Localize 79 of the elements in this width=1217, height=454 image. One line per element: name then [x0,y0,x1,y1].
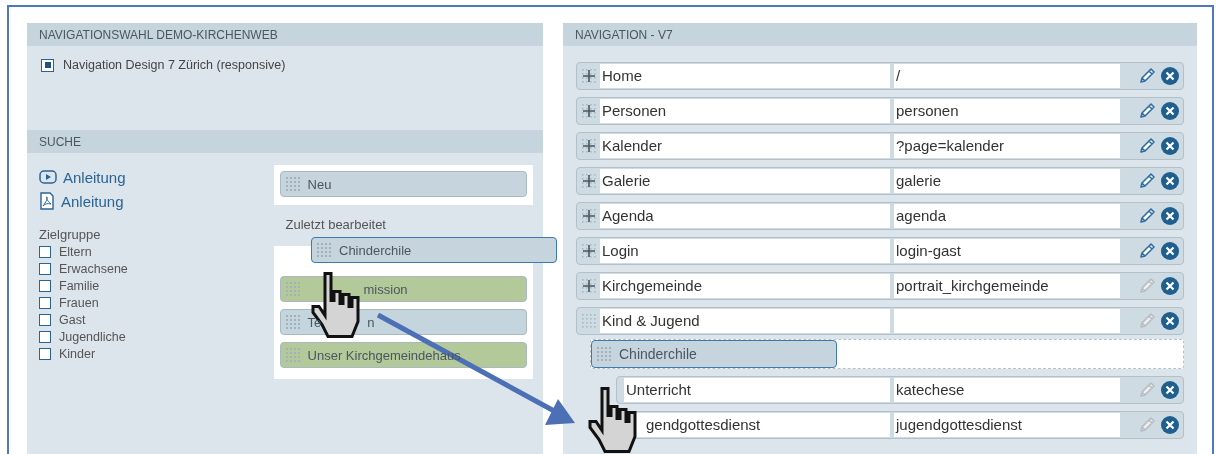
close-icon[interactable] [1160,171,1180,191]
page-name-field[interactable]: Personen [600,99,890,123]
option-checkbox[interactable] [41,58,54,72]
page-name-field[interactable]: Kind & Jugend [600,309,890,333]
checkbox[interactable] [39,347,51,360]
pencil-icon[interactable] [1137,66,1157,86]
page-name-field[interactable]: Kalender [600,134,890,158]
page-name-field[interactable]: Home [600,64,890,88]
page-url-field[interactable]: katechese [894,378,1120,402]
page-url-field[interactable]: portrait_kirchgemeinde [894,274,1120,298]
pencil-icon[interactable] [1137,101,1157,121]
navigation-row[interactable]: Agenda agenda [576,202,1184,230]
panel-title: NAVIGATION - V7 [563,23,1197,46]
page-url-field[interactable]: jugendgottesdienst [894,413,1120,437]
page-url-field[interactable]: / [894,64,1120,88]
panel-title: NAVIGATIONSWAHL DEMO-KIRCHENWEB [27,23,543,46]
page-name-field[interactable]: Unterricht [624,378,890,402]
pdf-icon [39,192,55,210]
play-icon [39,170,57,184]
close-icon[interactable] [1160,380,1180,400]
navigation-row[interactable]: Kind & Jugend [576,307,1184,335]
page-url-field[interactable]: login-gast [894,239,1120,263]
grip-handle-icon[interactable] [595,345,613,363]
navigation-row[interactable]: Galerie galerie [576,167,1184,195]
navigation-row[interactable]: Login login-gast [576,237,1184,265]
close-icon[interactable] [1160,136,1180,156]
navigation-row[interactable]: Kirchgemeinde portrait_kirchgemeinde [576,272,1184,300]
guide-link[interactable]: Anleitung [61,192,124,210]
panel-title: SUCHE [27,130,543,153]
grip-handle-icon[interactable] [283,280,302,298]
page-name-field[interactable]: Kirchgemeinde [600,274,890,298]
checkbox-label: Gast [59,312,86,327]
close-icon[interactable] [1160,241,1180,261]
page-name-field[interactable]: Agenda [600,204,890,228]
guide-link[interactable]: Anleitung [63,168,126,186]
checkbox[interactable] [39,330,51,343]
navigation-row[interactable]: Personen personen [576,97,1184,125]
pencil-icon[interactable] [1137,171,1157,191]
checkbox-label: Erwachsene [59,261,128,276]
page-url-field[interactable] [894,309,1120,333]
close-icon[interactable] [1160,276,1180,296]
option-label: Navigation Design 7 Zürich (responsive) [63,58,286,72]
navigation-row[interactable]: Unterricht katechese [616,376,1184,404]
close-icon[interactable] [1160,206,1180,226]
recent-label: Zuletzt bearbeitet [285,217,387,232]
dragged-item[interactable]: Chinderchile [311,237,557,263]
page-name-field[interactable]: Galerie [600,169,890,193]
close-icon[interactable] [1160,101,1180,121]
recent-item[interactable]: mission [279,276,527,302]
page-url-field[interactable]: ?page=kalender [894,134,1120,158]
grip-handle-icon[interactable] [283,346,302,364]
pencil-icon[interactable] [1137,241,1157,261]
checkbox[interactable] [39,296,51,309]
checkbox[interactable] [39,245,51,258]
grip-handle-icon[interactable] [283,313,302,331]
checkbox[interactable] [39,313,51,326]
page-url-field[interactable]: agenda [894,204,1120,228]
page-url-field[interactable]: personen [894,99,1120,123]
close-icon[interactable] [1160,311,1180,331]
page-name-field[interactable]: Login [600,239,890,263]
page-url-field[interactable]: galerie [894,169,1120,193]
grip-handle-icon[interactable] [315,241,333,259]
checkbox[interactable] [39,262,51,275]
checkbox-label: Jugendliche [59,329,126,344]
dragged-item[interactable]: Chinderchile [591,340,837,368]
navigation-row[interactable]: Kalender ?page=kalender [576,132,1184,160]
navigation-row[interactable]: Home / [576,62,1184,90]
checkbox-label: Eltern [59,244,92,259]
target-group-label: Zielgruppe [39,227,102,242]
checkbox[interactable] [39,279,51,292]
pencil-icon[interactable] [1137,206,1157,226]
checkbox-label: Frauen [59,295,99,310]
close-icon[interactable] [1160,415,1180,435]
checkbox-label: Kinder [59,346,96,361]
new-item[interactable]: Neu [279,171,527,197]
grip-handle-icon[interactable] [283,175,302,193]
pencil-icon[interactable] [1137,136,1157,156]
close-icon[interactable] [1160,66,1180,86]
checkbox-label: Familie [59,278,100,293]
